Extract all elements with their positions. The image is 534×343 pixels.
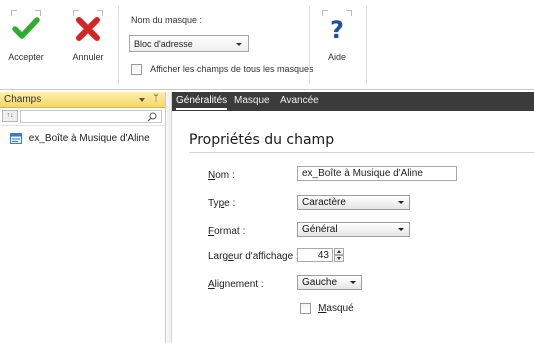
name-label: Nom : [208,170,235,181]
chevron-down-icon [398,201,404,204]
format-select[interactable]: Général [297,222,410,237]
ribbon-separator [309,6,310,84]
chevron-down-icon [350,281,356,284]
chevron-down-icon [236,43,242,46]
show-all-masks-label: Afficher les champs de tous les masques [150,64,314,75]
hidden-label: Masqué [318,302,354,314]
name-field[interactable]: ex_Boîte à Musique d'Aline [297,166,457,181]
format-label: Format : [208,226,246,237]
spin-up-button[interactable] [334,248,344,255]
field-icon [10,133,22,144]
display-width-label: Largeur d'affichage : [208,251,299,262]
hidden-checkbox[interactable] [300,302,311,314]
type-select-value: Caractère [302,197,346,208]
mask-select-value: Bloc d'adresse [134,39,193,49]
help-bracket [322,10,352,44]
ribbon-separator [118,6,119,84]
section-divider [189,152,534,153]
accept-button[interactable]: Accepter [2,8,50,62]
fields-panel-title: Champs [4,94,42,105]
fields-panel-header: Champs ᛘ [0,92,165,108]
accept-label: Accepter [8,52,44,62]
list-item[interactable]: ex_Boîte à Musique d'Aline [10,133,150,149]
ribbon: Accepter Annuler Nom du masque : Bloc d'… [0,0,534,90]
tab-mask[interactable]: Masque [234,95,270,106]
type-label: Type : [208,198,236,209]
alignment-select[interactable]: Gauche [297,275,362,290]
help-button[interactable]: ? Aide [313,8,361,62]
cancel-button[interactable]: Annuler [64,8,112,62]
panel-menu-icon[interactable] [139,98,145,102]
type-select[interactable]: Caractère [297,195,410,210]
mask-select[interactable]: Bloc d'adresse [129,35,249,52]
fields-search-bar: ↑↓ [0,108,165,126]
field-name: ex_Boîte à Musique d'Aline [28,133,150,144]
alignment-select-value: Gauche [302,277,338,288]
help-label: Aide [327,52,346,62]
section-title: Propriétés du champ [189,132,335,148]
chevron-down-icon [398,228,404,231]
properties-pane: Propriétés du champ Nom : ex_Boîte à Mus… [172,111,534,343]
tab-advanced[interactable]: Avancée [280,95,319,106]
cancel-bracket [73,10,103,44]
pin-icon[interactable]: ᛘ [153,93,159,104]
ribbon-separator [366,6,367,84]
format-select-value: Général [302,224,338,235]
hidden-row[interactable]: Masqué [300,302,354,314]
alignment-label: Alignement : [208,279,264,290]
sort-button[interactable]: ↑↓ [2,110,18,122]
display-width-input[interactable]: 43 [297,248,333,262]
accept-bracket [11,10,41,44]
search-input[interactable] [20,110,162,123]
fields-panel: Champs ᛘ ↑↓ ex_Boîte à Musique d'Aline [0,92,166,343]
show-all-masks-row[interactable]: Afficher les champs de tous les masques [131,63,313,77]
mask-name-label: Nom du masque : [131,15,203,25]
cancel-label: Annuler [72,52,104,62]
search-icon[interactable] [147,112,157,122]
tab-bar: Généralités Masque Avancée [172,92,534,111]
spin-down-button[interactable] [334,255,344,262]
show-all-masks-checkbox[interactable] [131,63,142,75]
tab-general[interactable]: Généralités [176,95,228,110]
